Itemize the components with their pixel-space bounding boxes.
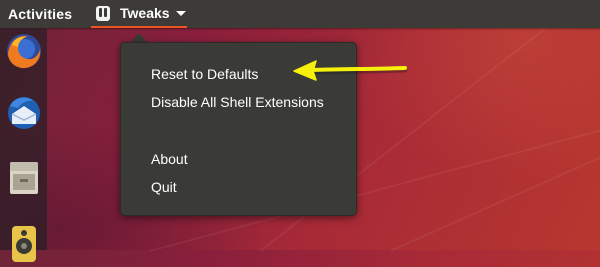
dock-item-thunderbird[interactable]: [4, 92, 44, 132]
menu-item-quit[interactable]: Quit: [151, 178, 177, 196]
top-bar: Activities Tweaks: [0, 0, 600, 28]
app-menu-label: Tweaks: [120, 5, 170, 21]
dock: [0, 28, 47, 262]
activities-button[interactable]: Activities: [8, 0, 72, 28]
file-cabinet-icon: [10, 162, 38, 194]
dock-item-files[interactable]: [4, 158, 44, 198]
speaker-icon: [12, 226, 36, 262]
dock-item-firefox[interactable]: [4, 31, 44, 71]
app-menu-popover: Reset to Defaults Disable All Shell Exte…: [120, 42, 357, 216]
thunderbird-icon: [8, 97, 40, 129]
menu-item-disable-all-shell-extensions[interactable]: Disable All Shell Extensions: [151, 93, 324, 111]
firefox-icon: [7, 34, 41, 69]
tweaks-icon: [96, 5, 110, 21]
chevron-down-icon: [175, 10, 186, 16]
dock-item-rhythmbox[interactable]: [4, 222, 44, 262]
menu-item-about[interactable]: About: [151, 150, 188, 168]
menu-item-reset-to-defaults[interactable]: Reset to Defaults: [151, 65, 258, 83]
app-menu-button[interactable]: Tweaks: [91, 0, 187, 28]
